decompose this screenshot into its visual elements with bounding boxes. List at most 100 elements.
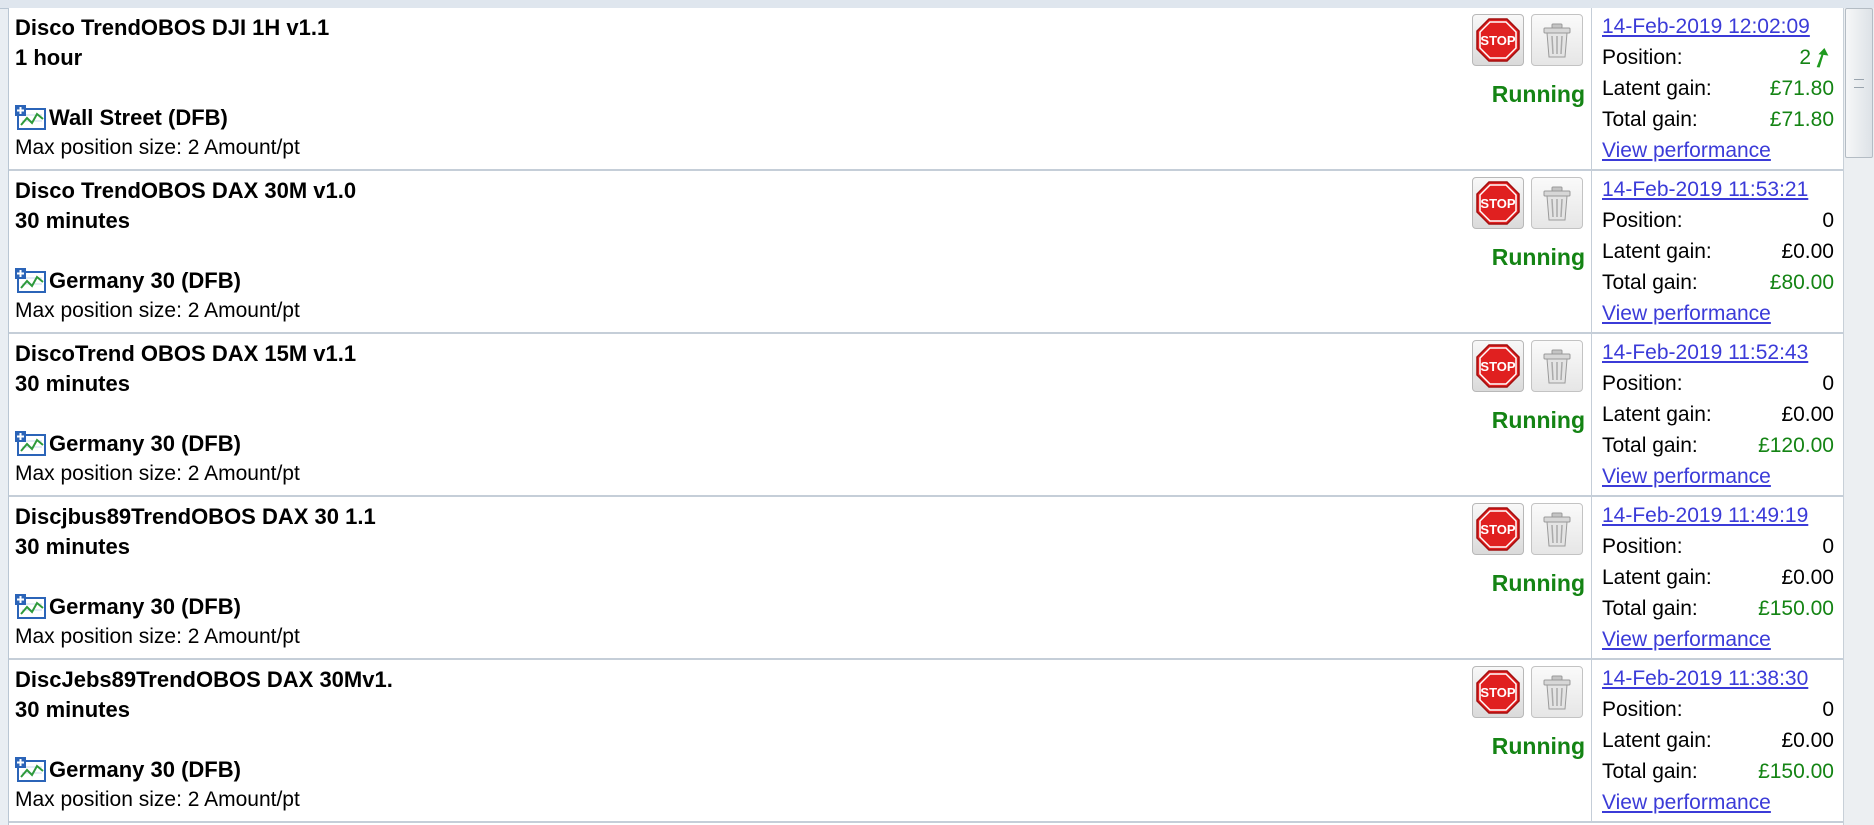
max-position-size: Max position size: 2 Amount/pt [15,299,300,322]
total-gain-row: Total gain: £71.80 [1602,108,1834,132]
market-line: Germany 30 (DFB) [15,431,241,457]
market-chart-icon [15,105,46,130]
latent-gain-label: Latent gain: [1602,77,1712,100]
latent-gain-label: Latent gain: [1602,240,1712,263]
status-label: Running [1491,570,1585,596]
max-position-size: Max position size: 2 Amount/pt [15,788,300,811]
view-performance-link[interactable]: View performance [1602,628,1771,652]
trash-icon [1543,675,1571,710]
max-position-size: Max position size: 2 Amount/pt [15,136,300,159]
position-value-wrap: 2 [1799,46,1834,70]
market-name[interactable]: Germany 30 (DFB) [49,431,241,457]
total-gain-label: Total gain: [1602,760,1698,783]
strategy-stats: 14-Feb-2019 12:02:09 Position: 2 Latent … [1591,8,1843,169]
market-name[interactable]: Wall Street (DFB) [49,105,228,131]
stop-sign-icon: STOP [1476,18,1520,62]
position-label: Position: [1602,209,1683,232]
position-value: 0 [1822,209,1834,232]
position-row: Position: 2 [1602,46,1834,70]
strategy-timeframe: 30 minutes [15,208,130,233]
stop-label: STOP [1480,33,1515,48]
view-performance-link[interactable]: View performance [1602,302,1771,326]
strategy-name: Discjbus89TrendOBOS DAX 30 1.1 [15,504,376,529]
strategy-info: Disco TrendOBOS DJI 1H v1.1 1 hour Wall … [9,8,1591,169]
scrollbar-grip-icon [1854,79,1864,88]
delete-button[interactable] [1531,503,1583,555]
view-performance-link[interactable]: View performance [1602,791,1771,815]
total-gain-label: Total gain: [1602,108,1698,131]
total-gain-value: £120.00 [1758,434,1834,457]
position-label: Position: [1602,698,1683,721]
last-update-link[interactable]: 14-Feb-2019 11:53:21 [1602,178,1808,202]
stop-sign-icon: STOP [1476,181,1520,225]
position-row: Position: 0 [1602,535,1834,559]
delete-button[interactable] [1531,340,1583,392]
position-value: 0 [1822,698,1834,721]
status-label: Running [1491,407,1585,433]
stop-button[interactable]: STOP [1472,666,1524,718]
stop-button[interactable]: STOP [1472,340,1524,392]
view-performance-link[interactable]: View performance [1602,139,1771,163]
trash-icon [1543,512,1571,547]
market-chart-icon [15,757,46,782]
position-value: 0 [1822,535,1834,558]
strategy-timeframe: 30 minutes [15,371,130,396]
total-gain-value: £150.00 [1758,760,1834,783]
last-update-link[interactable]: 14-Feb-2019 12:02:09 [1602,15,1810,39]
strategy-row: Discjbus89TrendOBOS DAX 30 1.1 30 minute… [9,497,1843,660]
latent-gain-value: £0.00 [1781,566,1834,589]
stop-label: STOP [1480,359,1515,374]
total-gain-row: Total gain: £150.00 [1602,760,1834,784]
strategy-timeframe: 1 hour [15,45,83,70]
market-name[interactable]: Germany 30 (DFB) [49,757,241,783]
last-update-link[interactable]: 14-Feb-2019 11:38:30 [1602,667,1808,691]
strategy-info: Disco TrendOBOS DAX 30M v1.0 30 minutes … [9,171,1591,332]
delete-button[interactable] [1531,177,1583,229]
strategy-timeframe: 30 minutes [15,697,130,722]
latent-gain-label: Latent gain: [1602,729,1712,752]
market-chart-icon [15,431,46,456]
latent-gain-label: Latent gain: [1602,566,1712,589]
stop-label: STOP [1480,522,1515,537]
strategy-stats: 14-Feb-2019 11:53:21 Position: 0 Latent … [1591,171,1843,332]
market-name[interactable]: Germany 30 (DFB) [49,594,241,620]
position-row: Position: 0 [1602,209,1834,233]
market-chart-icon [15,594,46,619]
market-line: Germany 30 (DFB) [15,268,241,294]
stop-label: STOP [1480,196,1515,211]
position-label: Position: [1602,372,1683,395]
latent-gain-value: £0.00 [1781,729,1834,752]
max-position-size: Max position size: 2 Amount/pt [15,625,300,648]
strategy-row: Disco TrendOBOS DJI 1H v1.1 1 hour Wall … [9,8,1843,171]
strategy-name: DiscJebs89TrendOBOS DAX 30Mv1. [15,667,393,692]
strategy-list: Disco TrendOBOS DJI 1H v1.1 1 hour Wall … [8,8,1844,825]
position-label: Position: [1602,535,1683,558]
market-line: Germany 30 (DFB) [15,757,241,783]
strategy-stats: 14-Feb-2019 11:49:19 Position: 0 Latent … [1591,497,1843,658]
strategy-info: DiscJebs89TrendOBOS DAX 30Mv1. 30 minute… [9,660,1591,821]
strategy-row: DiscJebs89TrendOBOS DAX 30Mv1. 30 minute… [9,660,1843,823]
delete-button[interactable] [1531,14,1583,66]
last-update-link[interactable]: 14-Feb-2019 11:52:43 [1602,341,1808,365]
position-label: Position: [1602,46,1683,69]
position-value-wrap: 0 [1822,535,1834,559]
stop-sign-icon: STOP [1476,507,1520,551]
delete-button[interactable] [1531,666,1583,718]
scrollbar-thumb[interactable] [1845,8,1873,158]
stop-button[interactable]: STOP [1472,14,1524,66]
total-gain-label: Total gain: [1602,271,1698,294]
market-line: Wall Street (DFB) [15,105,228,131]
last-update-link[interactable]: 14-Feb-2019 11:49:19 [1602,504,1808,528]
view-performance-link[interactable]: View performance [1602,465,1771,489]
vertical-scrollbar[interactable] [1843,8,1874,825]
market-line: Germany 30 (DFB) [15,594,241,620]
stop-button[interactable]: STOP [1472,503,1524,555]
latent-gain-row: Latent gain: £0.00 [1602,403,1834,427]
strategy-name: DiscoTrend OBOS DAX 15M v1.1 [15,341,357,366]
stop-button[interactable]: STOP [1472,177,1524,229]
position-value-wrap: 0 [1822,372,1834,396]
position-row: Position: 0 [1602,372,1834,396]
market-name[interactable]: Germany 30 (DFB) [49,268,241,294]
status-label: Running [1491,81,1585,107]
latent-gain-row: Latent gain: £71.80 [1602,77,1834,101]
